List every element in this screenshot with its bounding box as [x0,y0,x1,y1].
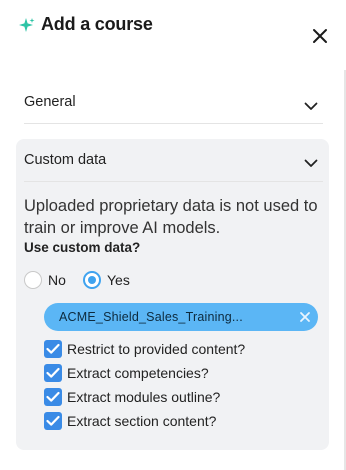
divider [24,123,323,124]
option-label: Extract modules outline? [67,389,221,405]
section-custom-label: Custom data [24,152,107,168]
sparkle-icon [19,18,35,32]
checkbox-checked-icon[interactable] [44,388,62,406]
divider [24,181,323,182]
radio-yes-label: Yes [107,272,130,288]
section-general[interactable]: General [16,78,329,126]
uploaded-file-chip[interactable]: ACME_Shield_Sales_Training... [44,303,318,331]
radio-no-label: No [48,272,66,288]
option-restrict-content[interactable]: Restrict to provided content? [44,340,245,358]
checkbox-checked-icon[interactable] [44,412,62,430]
option-label: Extract section content? [67,413,217,429]
option-extract-competencies[interactable]: Extract competencies? [44,364,209,382]
section-general-label: General [24,94,76,110]
privacy-disclaimer: Uploaded proprietary data is not used to… [24,197,318,237]
dialog-header: Add a course [0,0,346,60]
use-custom-data-question: Use custom data? [24,240,141,255]
option-extract-modules-outline[interactable]: Extract modules outline? [44,388,220,406]
option-extract-section-content[interactable]: Extract section content? [44,412,216,430]
radio-no[interactable]: No [24,270,66,290]
chevron-down-icon[interactable] [304,102,318,111]
chevron-down-icon[interactable] [304,159,318,168]
radio-no-circle[interactable] [24,271,42,289]
dialog-title: Add a course [41,14,153,34]
radio-yes[interactable]: Yes [83,270,130,290]
close-icon[interactable] [310,26,330,46]
option-label: Restrict to provided content? [67,341,246,357]
remove-file-icon[interactable] [299,311,311,323]
radio-yes-circle[interactable] [83,271,101,289]
option-label: Extract competencies? [67,365,209,381]
section-custom-data: Custom data Uploaded proprietary data is… [16,139,329,450]
file-name: ACME_Shield_Sales_Training... [59,310,243,324]
checkbox-checked-icon[interactable] [44,340,62,358]
checkbox-checked-icon[interactable] [44,364,62,382]
